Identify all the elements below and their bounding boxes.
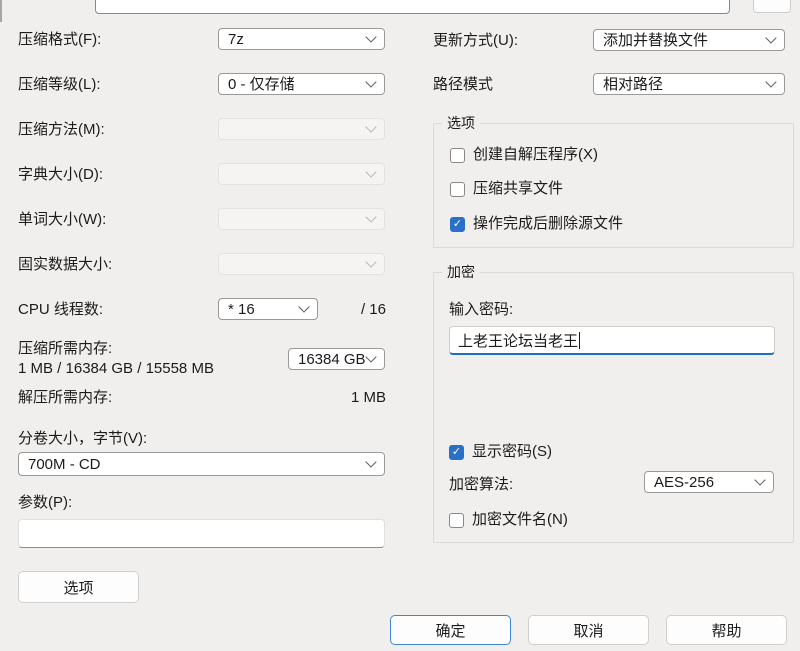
compression-method-select (218, 118, 385, 140)
compression-format-value: 7z (228, 32, 244, 47)
compression-level-value: 0 - 仅存储 (228, 77, 295, 92)
create-sfx-checkbox-row[interactable]: 创建自解压程序(X) (450, 146, 598, 164)
encrypt-names-label: 加密文件名(N) (472, 511, 568, 529)
options-group-title: 选项 (442, 115, 480, 132)
compress-shared-label: 压缩共享文件 (473, 180, 563, 198)
update-mode-select[interactable]: 添加并替换文件 (593, 29, 785, 51)
solid-block-size-label: 固实数据大小: (18, 256, 112, 274)
path-mode-value: 相对路径 (603, 77, 663, 92)
chevron-down-icon (367, 123, 375, 131)
word-size-select (218, 208, 385, 230)
browse-button-fragment[interactable] (753, 0, 791, 13)
compression-format-select[interactable]: 7z (218, 28, 385, 50)
chevron-down-icon (767, 34, 775, 42)
chevron-down-icon (367, 168, 375, 176)
show-password-label: 显示密码(S) (472, 443, 552, 461)
cpu-threads-label: CPU 线程数: (18, 301, 103, 319)
enter-password-label: 输入密码: (449, 301, 513, 319)
create-sfx-checkbox[interactable] (450, 148, 465, 163)
path-mode-select[interactable]: 相对路径 (593, 73, 785, 95)
compression-method-label: 压缩方法(M): (18, 121, 105, 139)
word-size-label: 单词大小(W): (18, 211, 106, 229)
volume-size-value: 700M - CD (28, 457, 101, 472)
encrypt-names-checkbox[interactable] (449, 513, 464, 528)
compress-shared-checkbox[interactable] (450, 182, 465, 197)
cancel-button[interactable]: 取消 (528, 615, 649, 645)
chevron-down-icon (767, 78, 775, 86)
volume-size-label: 分卷大小，字节(V): (18, 430, 147, 448)
encryption-method-value: AES-256 (654, 475, 714, 490)
update-mode-label: 更新方式(U): (433, 32, 518, 50)
encryption-method-select[interactable]: AES-256 (644, 471, 774, 493)
compress-shared-checkbox-row[interactable]: 压缩共享文件 (450, 180, 563, 198)
window-edge-fragment (0, 0, 2, 22)
cpu-threads-select[interactable]: * 16 (218, 298, 318, 320)
path-mode-label: 路径模式 (433, 76, 493, 94)
chevron-down-icon (367, 258, 375, 266)
encrypt-names-checkbox-row[interactable]: 加密文件名(N) (449, 511, 568, 529)
compression-level-select[interactable]: 0 - 仅存储 (218, 73, 385, 95)
encryption-group-title: 加密 (442, 264, 480, 281)
update-mode-value: 添加并替换文件 (603, 33, 708, 48)
memory-limit-select[interactable]: 16384 GB (288, 348, 385, 370)
delete-after-checkbox[interactable] (450, 217, 465, 232)
text-caret (579, 332, 580, 349)
parameters-label: 参数(P): (18, 494, 72, 512)
chevron-down-icon (367, 33, 375, 41)
memory-limit-value: 16384 GB (298, 352, 366, 367)
show-password-checkbox[interactable] (449, 445, 464, 460)
archive-name-input-fragment[interactable] (95, 0, 730, 14)
dictionary-size-label: 字典大小(D): (18, 166, 103, 184)
memory-compress-detail: 1 MB / 16384 GB / 15558 MB (18, 360, 214, 378)
options-group: 选项 创建自解压程序(X) 压缩共享文件 操作完成后删除源文件 (433, 123, 794, 248)
chevron-down-icon (367, 78, 375, 86)
dictionary-size-select (218, 163, 385, 185)
compression-level-label: 压缩等级(L): (18, 76, 101, 94)
cpu-threads-value: * 16 (228, 302, 255, 317)
create-sfx-label: 创建自解压程序(X) (473, 146, 598, 164)
delete-after-label: 操作完成后删除源文件 (473, 215, 623, 233)
memory-compress-label: 压缩所需内存: (18, 340, 112, 358)
help-button[interactable]: 帮助 (666, 615, 787, 645)
volume-size-select[interactable]: 700M - CD (18, 452, 385, 476)
ok-button[interactable]: 确定 (390, 615, 511, 645)
memory-decompress-label: 解压所需内存: (18, 389, 112, 407)
memory-decompress-value: 1 MB (300, 389, 386, 407)
cpu-threads-total: / 16 (330, 301, 386, 319)
chevron-down-icon (367, 458, 375, 466)
solid-block-size-select (218, 253, 385, 275)
compression-format-label: 压缩格式(F): (18, 31, 101, 49)
chevron-down-icon (756, 476, 764, 484)
encryption-group: 加密 输入密码: 上老王论坛当老王 显示密码(S) 加密算法: AES-256 … (433, 272, 794, 543)
delete-after-checkbox-row[interactable]: 操作完成后删除源文件 (450, 215, 623, 233)
add-to-archive-dialog: 压缩格式(F): 7z 压缩等级(L): 0 - 仅存储 压缩方法(M): 字典… (0, 0, 800, 651)
show-password-checkbox-row[interactable]: 显示密码(S) (449, 443, 552, 461)
options-button[interactable]: 选项 (18, 571, 139, 603)
parameters-input[interactable] (18, 519, 385, 548)
chevron-down-icon (367, 213, 375, 221)
encryption-method-label: 加密算法: (449, 476, 513, 494)
chevron-down-icon (300, 303, 308, 311)
password-value: 上老王论坛当老王 (458, 330, 578, 351)
password-input[interactable]: 上老王论坛当老王 (449, 326, 775, 355)
chevron-down-icon (367, 353, 375, 361)
